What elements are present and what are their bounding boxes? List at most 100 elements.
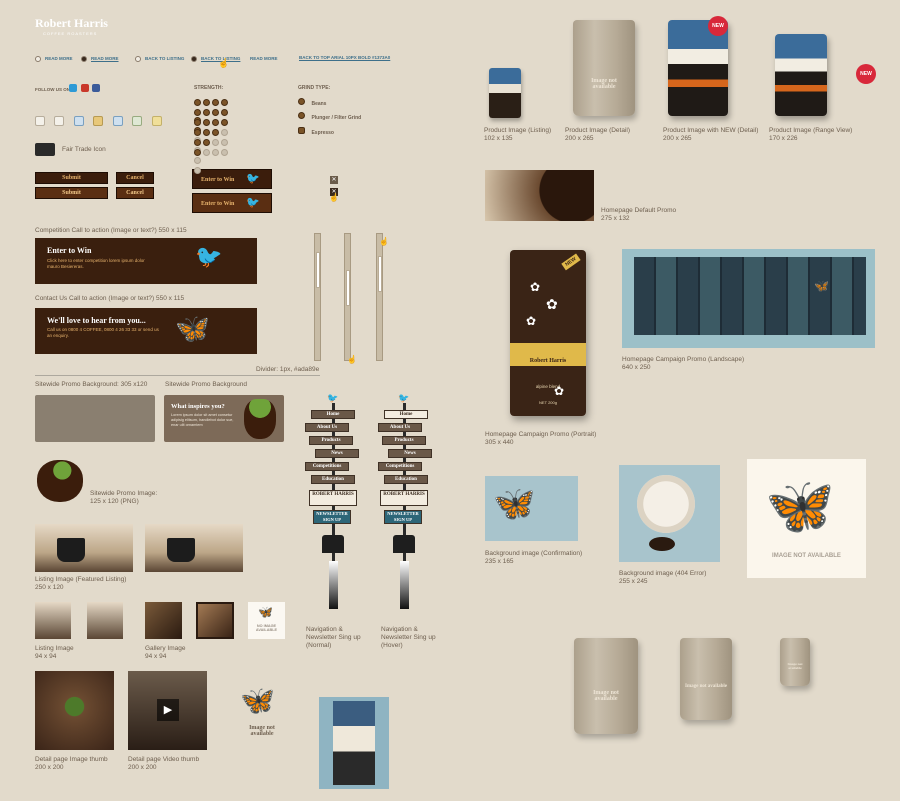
flower-icon: ✿ (554, 384, 565, 398)
fairtrade-label: Fair Trade Icon (62, 146, 106, 153)
listing-image-hover[interactable] (87, 602, 123, 639)
butterfly-icon: 🦋 (258, 605, 273, 619)
product-new-image: NEW (668, 16, 728, 116)
image-not-available-panel: 🦋 IMAGE NOT AVAILABLE (747, 459, 866, 578)
nav-caption-normal: Navigation & Newsletter Sing up (Normal) (306, 626, 361, 649)
flower-icon: ✿ (526, 314, 537, 328)
product-detail-image: Image not available (573, 20, 635, 116)
product-caption: Product Image (Range View) (769, 127, 853, 134)
listing-featured-image-hover[interactable] (145, 524, 243, 572)
nav-item-education[interactable]: Education (384, 475, 428, 484)
product-size: 200 x 265 (663, 135, 692, 142)
brand-name: Robert Harris (35, 16, 108, 30)
nav-item-news[interactable]: News (388, 449, 432, 458)
scrollbar-track[interactable] (376, 233, 383, 361)
contact-cta[interactable]: We'll love to hear from you... Call us o… (35, 308, 257, 354)
nav-item-news[interactable]: News (315, 449, 359, 458)
scrollbar-thumb[interactable] (316, 252, 320, 288)
scrollbar-thumb[interactable] (346, 270, 350, 306)
new-badge: NEW (708, 16, 728, 36)
bag-weight: NET 200g (539, 400, 557, 405)
detail-image-thumb[interactable] (35, 671, 114, 750)
submit-button-hover[interactable]: Submit (35, 187, 108, 199)
butterfly-icon: 🦋 (175, 313, 210, 344)
sitewide-image-caption: Sitewide Promo Image: (90, 490, 158, 497)
strength-row (194, 123, 234, 154)
play-icon[interactable]: ▶ (157, 699, 179, 721)
bg-404-caption: Background image (404 Error) (619, 570, 707, 577)
image-not-available-label: Image not available (685, 684, 727, 689)
read-more-link[interactable]: READ MORE (45, 56, 73, 61)
sitewide-promo[interactable]: What inspires you? Lorem ipsum dolor sit… (164, 395, 284, 442)
brand-tagline: COFFEE ROASTERS (43, 31, 98, 36)
submit-button[interactable]: Submit (35, 172, 108, 184)
gallery-image[interactable] (145, 602, 182, 639)
nav-item-education[interactable]: Education (311, 475, 355, 484)
read-more-link-plain[interactable]: READ MORE (250, 56, 278, 61)
nav-item-about-us[interactable]: About Us (378, 423, 422, 432)
bird-icon: 🐦 (246, 173, 260, 185)
close-icon[interactable]: ✕ (330, 176, 338, 184)
back-to-top-link[interactable]: BACK TO TOP ARIAL 10PX BOLD #1373A0 (299, 55, 390, 60)
nav-item-home[interactable]: Home (384, 410, 428, 419)
signpost-base (329, 561, 338, 609)
bag-row-image (634, 257, 866, 335)
cancel-button-hover[interactable]: Cancel (116, 187, 154, 199)
flower-icon: ✿ (530, 280, 541, 294)
campaign-portrait-promo: Robert Harris alpine blend NET 200g NEW … (486, 246, 606, 424)
back-to-listing-link[interactable]: BACK TO LISTING (145, 56, 184, 61)
divider-label: Divider: 1px, #ada89e (256, 366, 320, 373)
scrollbar-track[interactable] (344, 233, 351, 361)
nav-brand-sign[interactable]: ROBERT HARRIS (309, 490, 357, 506)
listing-image[interactable] (35, 602, 71, 639)
nav-item-competitions[interactable]: Competitions (378, 462, 422, 471)
listing-featured-image[interactable] (35, 524, 133, 572)
brand-logo: Robert Harris COFFEE ROASTERS (35, 16, 108, 36)
image-icon (93, 116, 104, 126)
coffee-spill (649, 537, 675, 551)
nav-item-about-us[interactable]: About Us (305, 423, 349, 432)
image-not-available-label: Image not available (591, 78, 617, 90)
enter-to-win-button-hover[interactable]: Enter to Win (192, 193, 272, 213)
gallery-image-hover[interactable] (196, 602, 234, 639)
gallery-image-caption: Gallery Image (145, 645, 186, 652)
strength-row (194, 113, 234, 144)
cursor-icon: ☝ (347, 355, 357, 364)
mug-image (57, 538, 85, 562)
bg-confirmation-size: 235 x 165 (485, 558, 514, 565)
newsletter-signup-sign[interactable]: NEWSLETTER SIGN UP (313, 510, 351, 524)
mug-image (167, 538, 195, 562)
grind-espresso-label: Espresso (311, 130, 334, 136)
strength-row (194, 133, 234, 164)
espresso-icon (298, 127, 305, 134)
nav-signpost-hover: 🐦 Home About Us Products News Competitions Ed… (376, 393, 434, 613)
twitter-icon[interactable] (69, 84, 77, 92)
nav-item-home[interactable]: Home (311, 410, 355, 419)
nav-item-competitions[interactable]: Competitions (305, 462, 349, 471)
nav-signpost-normal: 🐦 Home About Us Products News Competitions Ed… (305, 393, 363, 613)
youtube-icon[interactable] (81, 84, 89, 92)
cursor-icon: ☝ (329, 193, 339, 202)
detail-video-thumb[interactable]: ▶ (128, 671, 207, 750)
competition-cta[interactable]: Enter to Win Click here to enter competi… (35, 238, 257, 284)
nav-item-products[interactable]: Products (382, 436, 426, 445)
detail-video-caption: Detail page Video thumb (128, 756, 200, 763)
plunger-icon (298, 112, 305, 119)
nav-item-products[interactable]: Products (309, 436, 353, 445)
product-size: 102 x 135 (484, 135, 513, 142)
zip-icon (151, 116, 162, 126)
sitewide-image-size: 125 x 120 (PNG) (90, 498, 139, 505)
bird-icon: 🐦 (398, 393, 410, 403)
scrollbar-track[interactable] (314, 233, 321, 361)
read-more-link-hover[interactable]: READ MORE (91, 56, 119, 61)
cancel-button[interactable]: Cancel (116, 172, 154, 184)
facebook-icon[interactable] (92, 84, 100, 92)
image-not-available-label: Image not available (249, 725, 275, 737)
enter-to-win-button[interactable]: Enter to Win (192, 169, 272, 189)
newsletter-signup-sign[interactable]: NEWSLETTER SIGN UP (384, 510, 422, 524)
detail-thumb-size: 200 x 200 (35, 764, 64, 771)
strength-label: STRENGTH: (194, 85, 224, 91)
nav-brand-sign[interactable]: ROBERT HARRIS (380, 490, 428, 506)
homepage-default-caption: Homepage Default Promo (601, 207, 677, 214)
scrollbar-thumb[interactable] (378, 256, 382, 292)
